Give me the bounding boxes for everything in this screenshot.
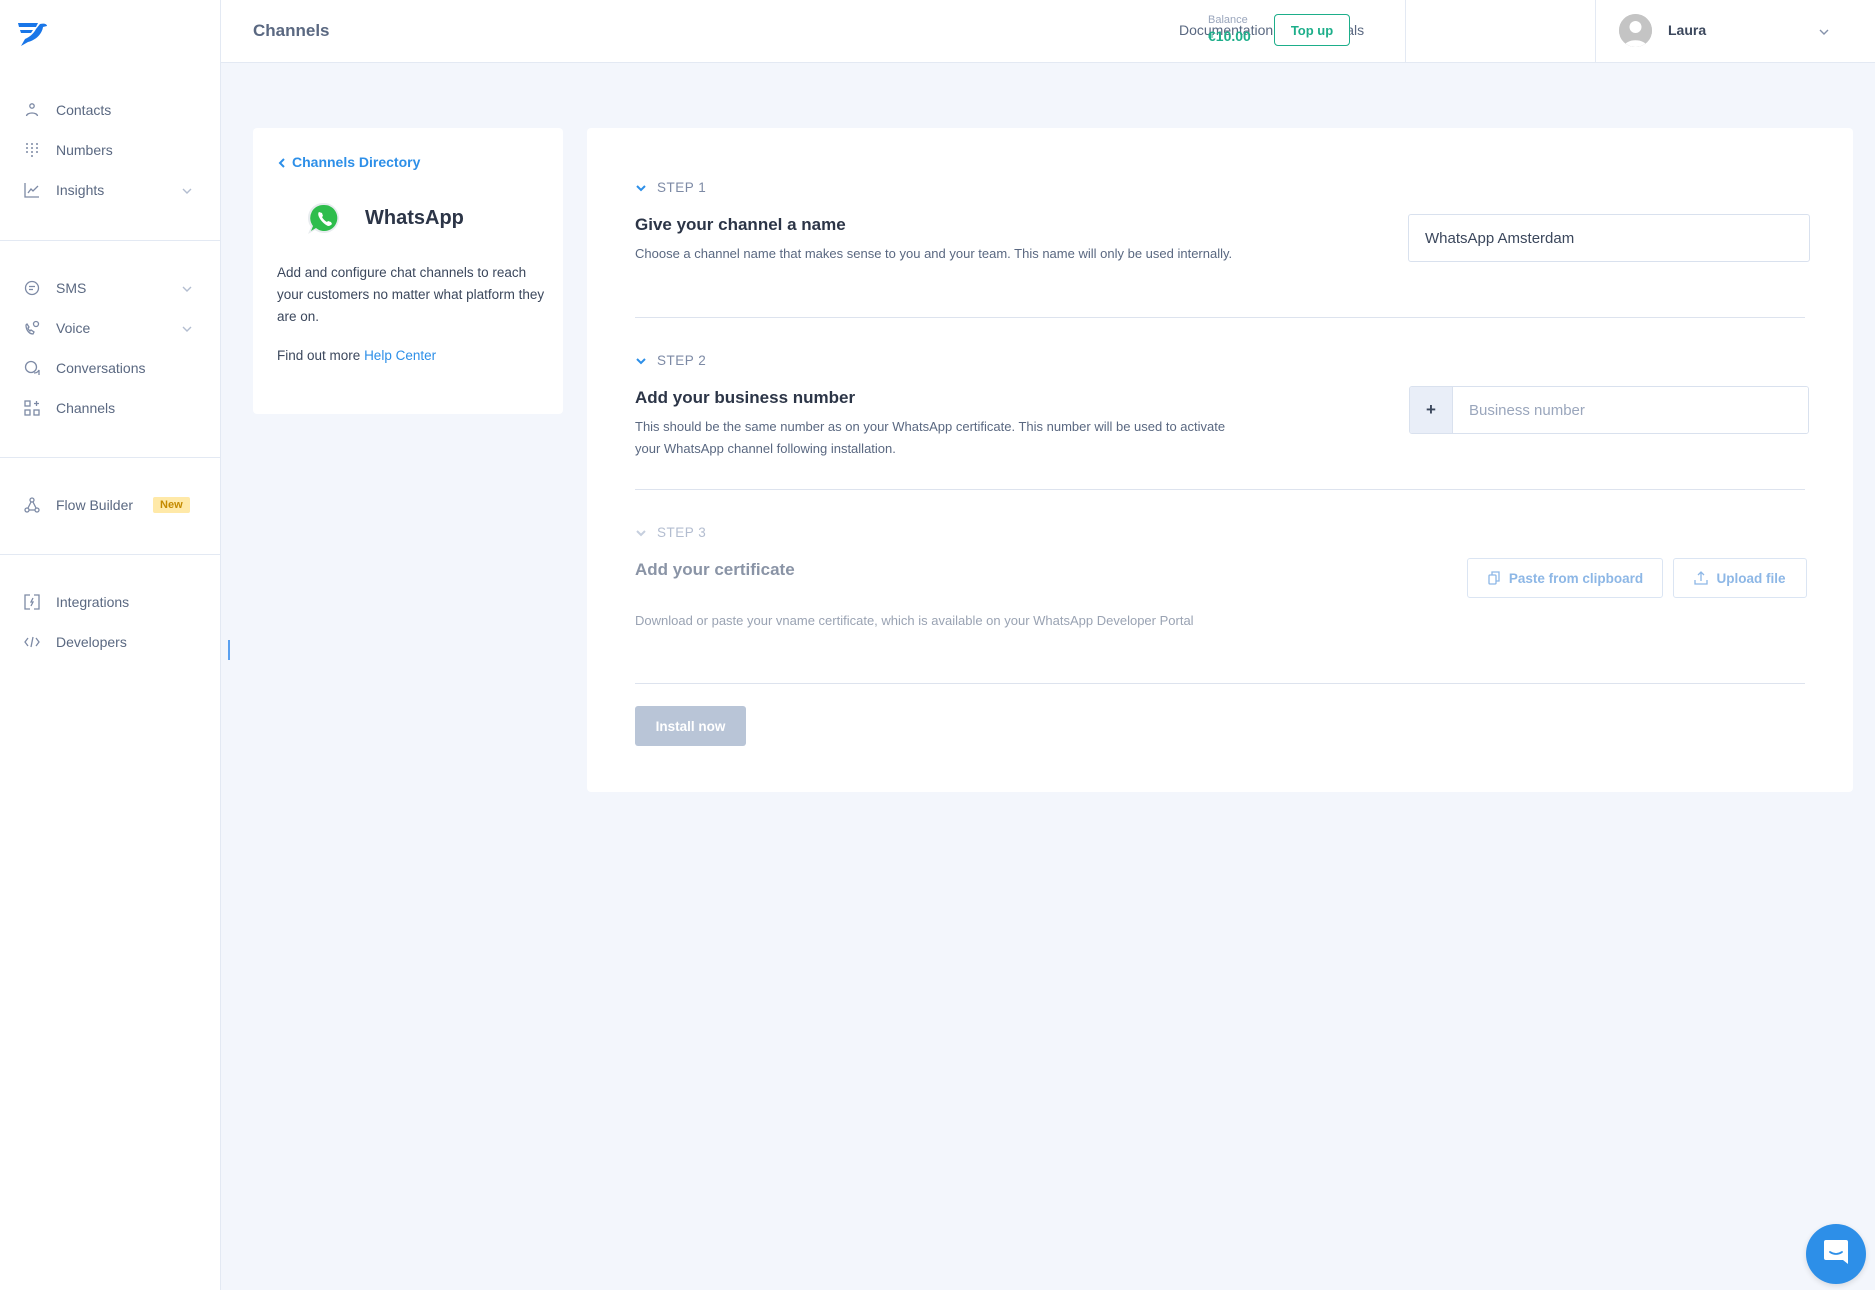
step-divider <box>635 317 1805 318</box>
chat-icon <box>1821 1237 1851 1272</box>
sidebar-item-insights[interactable]: Insights <box>0 170 220 210</box>
install-now-button[interactable]: Install now <box>635 706 746 746</box>
chevron-down-icon[interactable] <box>181 282 193 294</box>
sidebar-item-sms[interactable]: SMS <box>0 268 220 308</box>
sidebar-item-label: SMS <box>56 280 87 296</box>
step-2-toggle[interactable]: STEP 2 <box>635 350 1805 370</box>
channel-info-card: Channels Directory WhatsApp Add and conf… <box>253 128 563 414</box>
channels-grid-icon <box>24 400 40 416</box>
messagebird-logo-icon[interactable] <box>16 20 48 48</box>
business-number-field: + <box>1409 386 1809 434</box>
step-description: This should be the same number as on you… <box>635 419 1226 456</box>
copy-icon <box>1487 571 1501 585</box>
find-out-more-text: Find out more <box>277 348 361 363</box>
top-header: Channels Documentation Tutorials Balance… <box>221 0 1875 63</box>
sms-bubble-icon <box>24 280 40 296</box>
sidebar-item-label: Voice <box>56 320 91 336</box>
sidebar-item-voice[interactable]: Voice <box>0 308 220 348</box>
channel-title: WhatsApp <box>365 207 464 229</box>
sidebar-divider <box>0 554 220 555</box>
header-divider <box>1405 0 1406 63</box>
step-divider <box>635 489 1805 490</box>
step-label: STEP 2 <box>657 352 707 368</box>
scrollbar-handle[interactable] <box>228 640 230 660</box>
sidebar-divider <box>0 457 220 458</box>
chevron-down-icon[interactable] <box>1818 25 1830 37</box>
upload-label: Upload file <box>1716 570 1786 586</box>
sidebar-item-channels[interactable]: Channels <box>0 388 220 428</box>
top-up-button[interactable]: Top up <box>1274 14 1350 46</box>
business-number-input[interactable] <box>1453 387 1808 433</box>
chevron-down-icon <box>635 354 647 366</box>
user-name[interactable]: Laura <box>1668 22 1706 38</box>
conversations-icon <box>24 360 40 376</box>
chevron-down-icon <box>635 181 647 193</box>
sidebar-item-label: Numbers <box>56 142 113 158</box>
nav-group-dev: Integrations Developers <box>0 582 220 662</box>
sidebar-item-flow-builder[interactable]: Flow Builder New <box>0 485 220 525</box>
channel-description: Add and configure chat channels to reach… <box>277 265 545 324</box>
chevron-down-icon[interactable] <box>181 184 193 196</box>
upload-icon <box>1694 571 1709 585</box>
code-icon <box>24 634 40 650</box>
chevron-down-icon <box>635 526 647 538</box>
country-code-prefix[interactable]: + <box>1410 387 1453 433</box>
channels-directory-link[interactable]: Channels Directory <box>277 154 420 170</box>
person-icon <box>24 102 40 118</box>
chevron-left-icon <box>277 156 287 168</box>
help-center-link[interactable]: Help Center <box>364 348 436 363</box>
nav-group-primary: Contacts Numbers Insights <box>0 90 220 210</box>
paste-from-clipboard-button[interactable]: Paste from clipboard <box>1467 558 1663 598</box>
step-divider <box>635 683 1805 684</box>
sidebar-item-label: Integrations <box>56 594 130 610</box>
nav-group-messaging: SMS Voice Conversations Channels <box>0 268 220 428</box>
sidebar-item-label: Conversations <box>56 360 146 376</box>
flow-icon <box>24 497 40 513</box>
sidebar-item-integrations[interactable]: Integrations <box>0 582 220 622</box>
step-label: STEP 3 <box>657 524 707 540</box>
sidebar-divider <box>0 240 220 241</box>
step-description: Choose a channel name that makes sense t… <box>635 246 1233 261</box>
balance-label: Balance <box>1208 14 1248 26</box>
phone-icon <box>24 320 40 336</box>
sidebar-item-label: Flow Builder <box>56 497 134 513</box>
step-3-toggle[interactable]: STEP 3 <box>635 522 1805 542</box>
balance-value: €10.00 <box>1208 28 1251 44</box>
sidebar: Contacts Numbers Insights SMS Voice Conv… <box>0 0 221 1290</box>
sidebar-item-contacts[interactable]: Contacts <box>0 90 220 130</box>
dialpad-icon <box>24 142 40 158</box>
sidebar-item-conversations[interactable]: Conversations <box>0 348 220 388</box>
back-link-label: Channels Directory <box>292 154 421 170</box>
step-1-toggle[interactable]: STEP 1 <box>635 177 1805 197</box>
sidebar-item-label: Insights <box>56 182 105 198</box>
integrations-icon <box>24 594 40 610</box>
sidebar-item-numbers[interactable]: Numbers <box>0 130 220 170</box>
chevron-down-icon[interactable] <box>181 322 193 334</box>
find-out-more: Find out more Help Center <box>277 348 436 363</box>
chart-icon <box>24 182 40 198</box>
sidebar-item-label: Channels <box>56 400 116 416</box>
new-badge: New <box>153 497 190 513</box>
sidebar-item-label: Developers <box>56 634 127 650</box>
step-label: STEP 1 <box>657 179 707 195</box>
step-description: Download or paste your vname certificate… <box>635 613 1194 628</box>
upload-file-button[interactable]: Upload file <box>1673 558 1807 598</box>
setup-card: STEP 1 Give your channel a name Choose a… <box>587 128 1853 792</box>
chat-launcher-button[interactable] <box>1806 1224 1866 1284</box>
whatsapp-logo-icon <box>305 200 343 238</box>
nav-group-flow: Flow Builder New <box>0 485 220 525</box>
paste-label: Paste from clipboard <box>1508 570 1644 586</box>
channel-name-input[interactable] <box>1408 214 1810 262</box>
avatar[interactable] <box>1619 14 1652 47</box>
sidebar-item-label: Contacts <box>56 102 112 118</box>
header-divider <box>1595 0 1596 63</box>
page-title: Channels <box>253 21 330 40</box>
sidebar-item-developers[interactable]: Developers <box>0 622 220 662</box>
